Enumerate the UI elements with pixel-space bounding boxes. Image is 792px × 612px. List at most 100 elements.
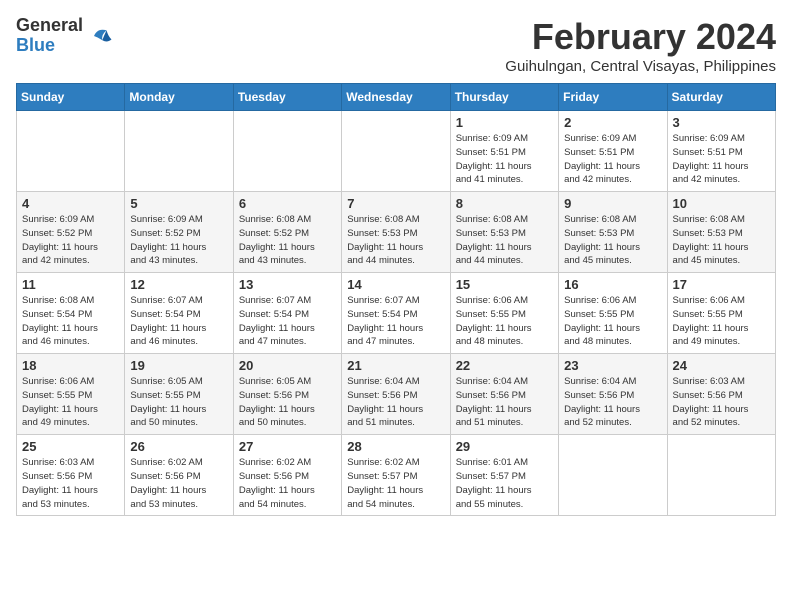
day-info: Sunrise: 6:04 AM Sunset: 5:56 PM Dayligh… <box>347 375 444 430</box>
logo-blue: Blue <box>16 35 55 55</box>
calendar-day-header: Sunday <box>17 84 125 111</box>
day-info: Sunrise: 6:09 AM Sunset: 5:52 PM Dayligh… <box>130 213 227 268</box>
calendar-cell <box>17 111 125 192</box>
day-info: Sunrise: 6:02 AM Sunset: 5:56 PM Dayligh… <box>239 456 336 511</box>
calendar-cell: 9 Sunrise: 6:08 AM Sunset: 5:53 PM Daylig… <box>559 192 667 273</box>
day-info: Sunrise: 6:09 AM Sunset: 5:51 PM Dayligh… <box>456 132 553 187</box>
day-info: Sunrise: 6:07 AM Sunset: 5:54 PM Dayligh… <box>239 294 336 349</box>
day-info: Sunrise: 6:05 AM Sunset: 5:56 PM Dayligh… <box>239 375 336 430</box>
calendar-day-header: Monday <box>125 84 233 111</box>
calendar-cell: 24 Sunrise: 6:03 AM Sunset: 5:56 PM Dayli… <box>667 354 775 435</box>
logo-text: General Blue <box>16 16 83 56</box>
calendar-day-header: Tuesday <box>233 84 341 111</box>
calendar-cell: 19 Sunrise: 6:05 AM Sunset: 5:55 PM Dayli… <box>125 354 233 435</box>
day-number: 21 <box>347 358 444 373</box>
logo: General Blue <box>16 16 115 56</box>
calendar-day-header: Friday <box>559 84 667 111</box>
logo-bird-icon <box>87 22 115 50</box>
calendar-cell: 11 Sunrise: 6:08 AM Sunset: 5:54 PM Dayli… <box>17 273 125 354</box>
day-number: 16 <box>564 277 661 292</box>
day-number: 15 <box>456 277 553 292</box>
calendar-cell: 12Sunrise: 6:07 AM Sunset: 5:54 PM Dayli… <box>125 273 233 354</box>
day-number: 12 <box>130 277 227 292</box>
day-number: 4 <box>22 196 119 211</box>
day-info: Sunrise: 6:08 AM Sunset: 5:52 PM Dayligh… <box>239 213 336 268</box>
day-number: 10 <box>673 196 770 211</box>
day-info: Sunrise: 6:08 AM Sunset: 5:53 PM Dayligh… <box>564 213 661 268</box>
day-number: 13 <box>239 277 336 292</box>
day-number: 1 <box>456 115 553 130</box>
day-number: 2 <box>564 115 661 130</box>
calendar-cell: 1 Sunrise: 6:09 AM Sunset: 5:51 PM Daylig… <box>450 111 558 192</box>
day-info: Sunrise: 6:09 AM Sunset: 5:51 PM Dayligh… <box>564 132 661 187</box>
calendar-day-header: Saturday <box>667 84 775 111</box>
day-info: Sunrise: 6:06 AM Sunset: 5:55 PM Dayligh… <box>673 294 770 349</box>
day-number: 29 <box>456 439 553 454</box>
day-number: 26 <box>130 439 227 454</box>
day-info: Sunrise: 6:06 AM Sunset: 5:55 PM Dayligh… <box>564 294 661 349</box>
day-info: Sunrise: 6:03 AM Sunset: 5:56 PM Dayligh… <box>22 456 119 511</box>
calendar-cell: 20 Sunrise: 6:05 AM Sunset: 5:56 PM Dayli… <box>233 354 341 435</box>
day-info: Sunrise: 6:08 AM Sunset: 5:53 PM Dayligh… <box>347 213 444 268</box>
day-info: Sunrise: 6:03 AM Sunset: 5:56 PM Dayligh… <box>673 375 770 430</box>
day-info: Sunrise: 6:06 AM Sunset: 5:55 PM Dayligh… <box>456 294 553 349</box>
day-number: 23 <box>564 358 661 373</box>
day-info: Sunrise: 6:08 AM Sunset: 5:53 PM Dayligh… <box>673 213 770 268</box>
day-number: 6 <box>239 196 336 211</box>
day-number: 24 <box>673 358 770 373</box>
day-number: 28 <box>347 439 444 454</box>
day-info: Sunrise: 6:06 AM Sunset: 5:55 PM Dayligh… <box>22 375 119 430</box>
day-info: Sunrise: 6:02 AM Sunset: 5:56 PM Dayligh… <box>130 456 227 511</box>
calendar-cell: 27Sunrise: 6:02 AM Sunset: 5:56 PM Dayli… <box>233 435 341 516</box>
day-info: Sunrise: 6:05 AM Sunset: 5:55 PM Dayligh… <box>130 375 227 430</box>
day-info: Sunrise: 6:08 AM Sunset: 5:54 PM Dayligh… <box>22 294 119 349</box>
day-number: 22 <box>456 358 553 373</box>
day-number: 11 <box>22 277 119 292</box>
calendar-cell: 6 Sunrise: 6:08 AM Sunset: 5:52 PM Daylig… <box>233 192 341 273</box>
calendar-day-header: Wednesday <box>342 84 450 111</box>
calendar-cell: 4 Sunrise: 6:09 AM Sunset: 5:52 PM Daylig… <box>17 192 125 273</box>
day-info: Sunrise: 6:04 AM Sunset: 5:56 PM Dayligh… <box>564 375 661 430</box>
day-info: Sunrise: 6:02 AM Sunset: 5:57 PM Dayligh… <box>347 456 444 511</box>
calendar-cell: 3 Sunrise: 6:09 AM Sunset: 5:51 PM Daylig… <box>667 111 775 192</box>
day-number: 18 <box>22 358 119 373</box>
day-info: Sunrise: 6:08 AM Sunset: 5:53 PM Dayligh… <box>456 213 553 268</box>
calendar-table: SundayMondayTuesdayWednesdayThursdayFrid… <box>16 83 776 516</box>
day-number: 7 <box>347 196 444 211</box>
calendar-cell <box>125 111 233 192</box>
day-info: Sunrise: 6:04 AM Sunset: 5:56 PM Dayligh… <box>456 375 553 430</box>
logo-general: General <box>16 15 83 35</box>
calendar-cell: 21 Sunrise: 6:04 AM Sunset: 5:56 PM Dayli… <box>342 354 450 435</box>
page-header: General Blue February 2024 Guihulngan, C… <box>16 16 776 75</box>
calendar-cell: 8 Sunrise: 6:08 AM Sunset: 5:53 PM Daylig… <box>450 192 558 273</box>
calendar-cell: 26 Sunrise: 6:02 AM Sunset: 5:56 PM Dayli… <box>125 435 233 516</box>
calendar-cell: 5Sunrise: 6:09 AM Sunset: 5:52 PM Daylig… <box>125 192 233 273</box>
calendar-cell: 13 Sunrise: 6:07 AM Sunset: 5:54 PM Dayli… <box>233 273 341 354</box>
calendar-cell: 22 Sunrise: 6:04 AM Sunset: 5:56 PM Dayli… <box>450 354 558 435</box>
calendar-cell: 23 Sunrise: 6:04 AM Sunset: 5:56 PM Dayli… <box>559 354 667 435</box>
calendar-cell: 16 Sunrise: 6:06 AM Sunset: 5:55 PM Dayli… <box>559 273 667 354</box>
calendar-cell <box>667 435 775 516</box>
calendar-cell: 7 Sunrise: 6:08 AM Sunset: 5:53 PM Daylig… <box>342 192 450 273</box>
calendar-cell <box>342 111 450 192</box>
day-number: 17 <box>673 277 770 292</box>
calendar-cell: 14Sunrise: 6:07 AM Sunset: 5:54 PM Dayli… <box>342 273 450 354</box>
calendar-cell: 15 Sunrise: 6:06 AM Sunset: 5:55 PM Dayli… <box>450 273 558 354</box>
day-number: 19 <box>130 358 227 373</box>
title-area: February 2024 Guihulngan, Central Visaya… <box>505 16 776 75</box>
day-number: 20 <box>239 358 336 373</box>
day-info: Sunrise: 6:09 AM Sunset: 5:52 PM Dayligh… <box>22 213 119 268</box>
day-number: 9 <box>564 196 661 211</box>
day-number: 14 <box>347 277 444 292</box>
location-title: Guihulngan, Central Visayas, Philippines <box>505 58 776 75</box>
calendar-cell: 10 Sunrise: 6:08 AM Sunset: 5:53 PM Dayli… <box>667 192 775 273</box>
day-number: 3 <box>673 115 770 130</box>
day-number: 25 <box>22 439 119 454</box>
day-number: 8 <box>456 196 553 211</box>
calendar-day-header: Thursday <box>450 84 558 111</box>
day-info: Sunrise: 6:01 AM Sunset: 5:57 PM Dayligh… <box>456 456 553 511</box>
calendar-cell <box>233 111 341 192</box>
day-info: Sunrise: 6:09 AM Sunset: 5:51 PM Dayligh… <box>673 132 770 187</box>
calendar-cell: 28 Sunrise: 6:02 AM Sunset: 5:57 PM Dayli… <box>342 435 450 516</box>
month-title: February 2024 <box>505 16 776 58</box>
